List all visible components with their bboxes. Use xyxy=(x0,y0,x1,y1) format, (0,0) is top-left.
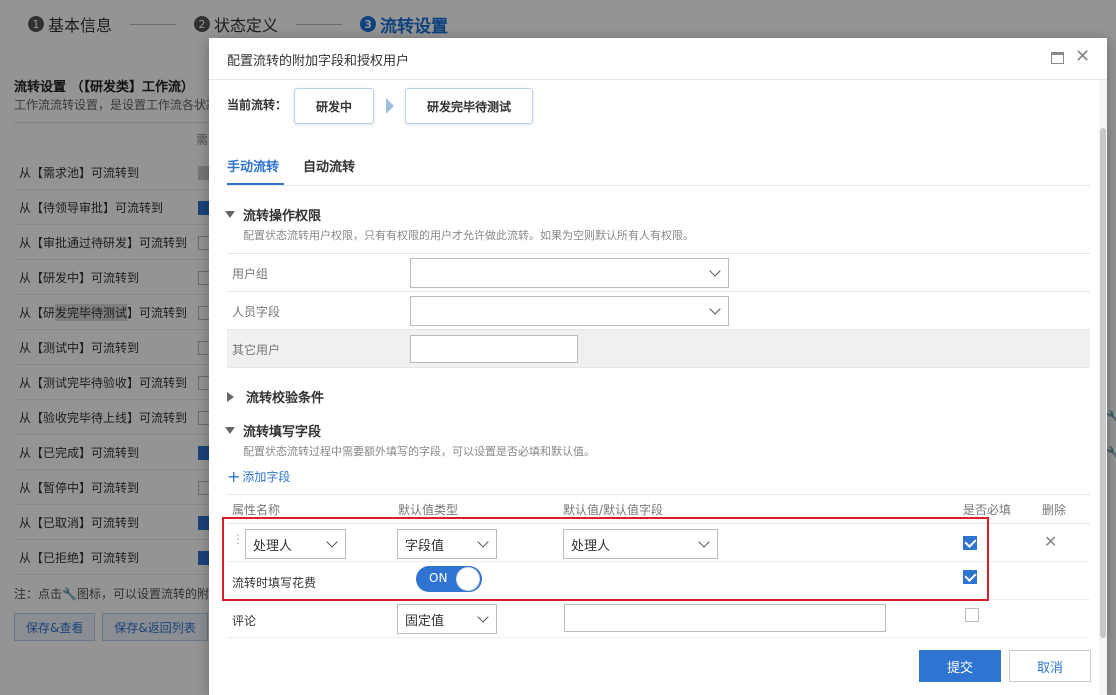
chevron-down-icon xyxy=(709,303,721,315)
arrow-right-icon xyxy=(386,98,394,114)
dialog-title: 配置流转的附加字段和授权用户 xyxy=(227,54,410,69)
person-field-select[interactable] xyxy=(410,296,729,326)
default-type-select[interactable]: 固定值 xyxy=(397,604,497,634)
add-field-label: 添加字段 xyxy=(242,470,291,484)
table-row: 用户组 xyxy=(227,254,1090,292)
dialog-header: 配置流转的附加字段和授权用户 ✕ xyxy=(209,38,1107,80)
required-checkbox[interactable] xyxy=(965,608,979,622)
tab-active-indicator xyxy=(227,183,284,185)
section-fill-fields-header[interactable]: 流转填写字段 xyxy=(225,421,321,440)
cancel-button[interactable]: 取消 xyxy=(1009,650,1091,682)
default-value-input[interactable] xyxy=(564,604,886,632)
close-icon[interactable]: ✕ xyxy=(1075,47,1090,67)
section-description: 配置状态流转用户权限，只有有权限的用户才允许做此流转。如果为空则默认所有人有权限… xyxy=(243,229,694,242)
scrollbar-thumb[interactable] xyxy=(1100,128,1106,638)
highlight-box xyxy=(222,517,989,601)
field-label: 人员字段 xyxy=(232,305,281,319)
column-header: 默认值类型 xyxy=(398,503,459,517)
section-title: 流转校验条件 xyxy=(246,391,325,406)
table-row: 人员字段 xyxy=(227,292,1090,330)
column-header: 是否必填 xyxy=(963,503,1012,517)
section-permission-header[interactable]: 流转操作权限 xyxy=(225,205,321,224)
tab-auto-flow[interactable]: 自动流转 xyxy=(303,156,355,175)
section-title: 流转填写字段 xyxy=(243,425,322,440)
scrollbar[interactable] xyxy=(1099,80,1107,695)
flow-config-dialog: 配置流转的附加字段和授权用户 ✕ 当前流转： 研发中 研发完毕待测试 手动流转 … xyxy=(209,38,1107,695)
submit-button[interactable]: 提交 xyxy=(919,650,1001,682)
section-description: 配置状态流转过程中需要额外填写的字段，可以设置是否必填和默认值。 xyxy=(243,445,595,458)
add-field-button[interactable]: + 添加字段 xyxy=(227,468,290,485)
field-label: 评论 xyxy=(232,614,257,628)
chevron-down-icon xyxy=(709,265,721,277)
permission-table: 用户组 人员字段 其它用户 xyxy=(227,253,1090,368)
tab-bar: 手动流转 自动流转 xyxy=(227,146,1090,186)
user-group-select[interactable] xyxy=(410,258,729,288)
current-flow-label: 当前流转： xyxy=(227,98,288,112)
section-title: 流转操作权限 xyxy=(243,209,322,224)
chevron-down-icon xyxy=(477,611,489,623)
table-row: 评论 固定值 xyxy=(227,600,1090,638)
field-label: 其它用户 xyxy=(232,343,281,357)
table-row: 其它用户 xyxy=(227,330,1090,368)
tab-manual-flow[interactable]: 手动流转 xyxy=(227,156,279,175)
flow-from-state: 研发中 xyxy=(294,88,374,124)
column-header: 属性名称 xyxy=(232,503,281,517)
other-users-input[interactable] xyxy=(410,335,578,363)
maximize-icon[interactable] xyxy=(1051,52,1064,64)
select-value: 固定值 xyxy=(405,613,445,629)
caret-down-icon xyxy=(225,427,235,434)
field-label: 用户组 xyxy=(232,267,269,281)
column-header: 默认值/默认值字段 xyxy=(563,503,664,517)
flow-to-state: 研发完毕待测试 xyxy=(405,88,533,124)
column-header: 删除 xyxy=(1042,503,1067,517)
plus-icon: + xyxy=(227,466,241,486)
caret-down-icon xyxy=(225,211,235,218)
delete-icon[interactable]: ✕ xyxy=(1044,532,1057,551)
caret-right-icon xyxy=(227,391,234,402)
section-validation-header[interactable]: 流转校验条件 xyxy=(225,387,324,406)
